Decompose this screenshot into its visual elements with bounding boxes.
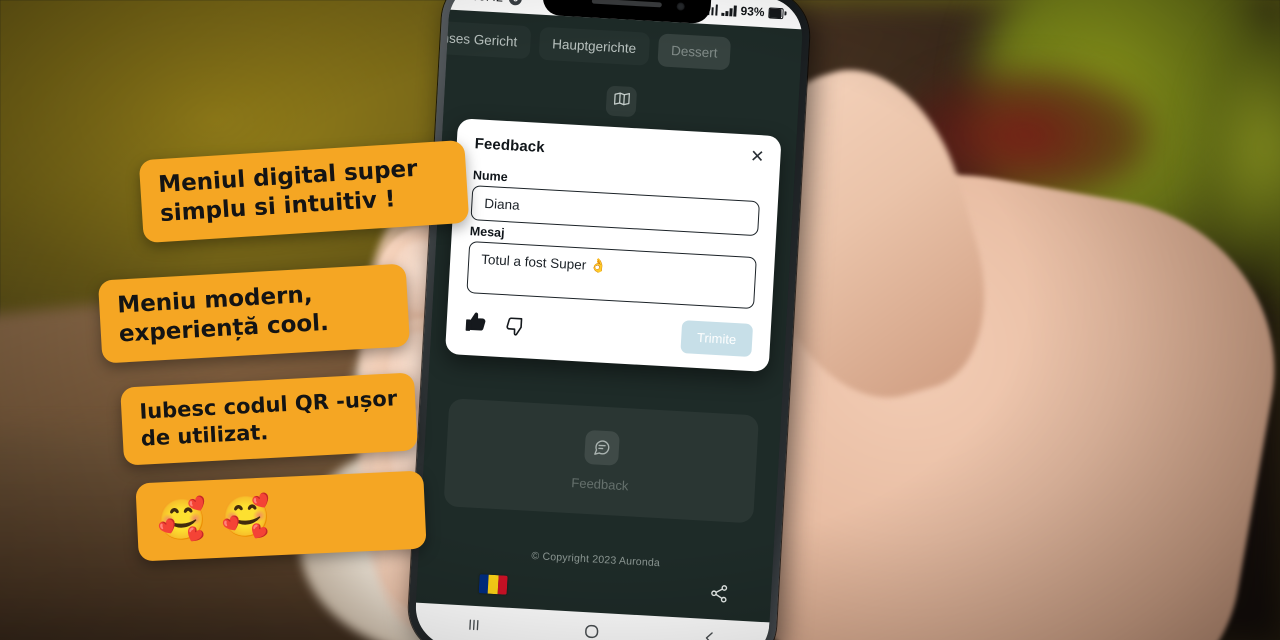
promo-screenshot: rischses Gericht Hauptgerichte Dessert <box>0 0 1280 640</box>
testimonial-bubble-3: Iubesc codul QR -ușor de utilizat. <box>120 372 418 466</box>
emoji-smiling-face-with-hearts-1: 🥰 <box>156 496 208 545</box>
emoji-smiling-face-with-hearts-2: 🥰 <box>219 493 272 542</box>
testimonial-bubble-emoji: 🥰 🥰 <box>135 470 427 562</box>
testimonial-bubble-2: Meniu modern, experiență cool. <box>97 263 411 364</box>
